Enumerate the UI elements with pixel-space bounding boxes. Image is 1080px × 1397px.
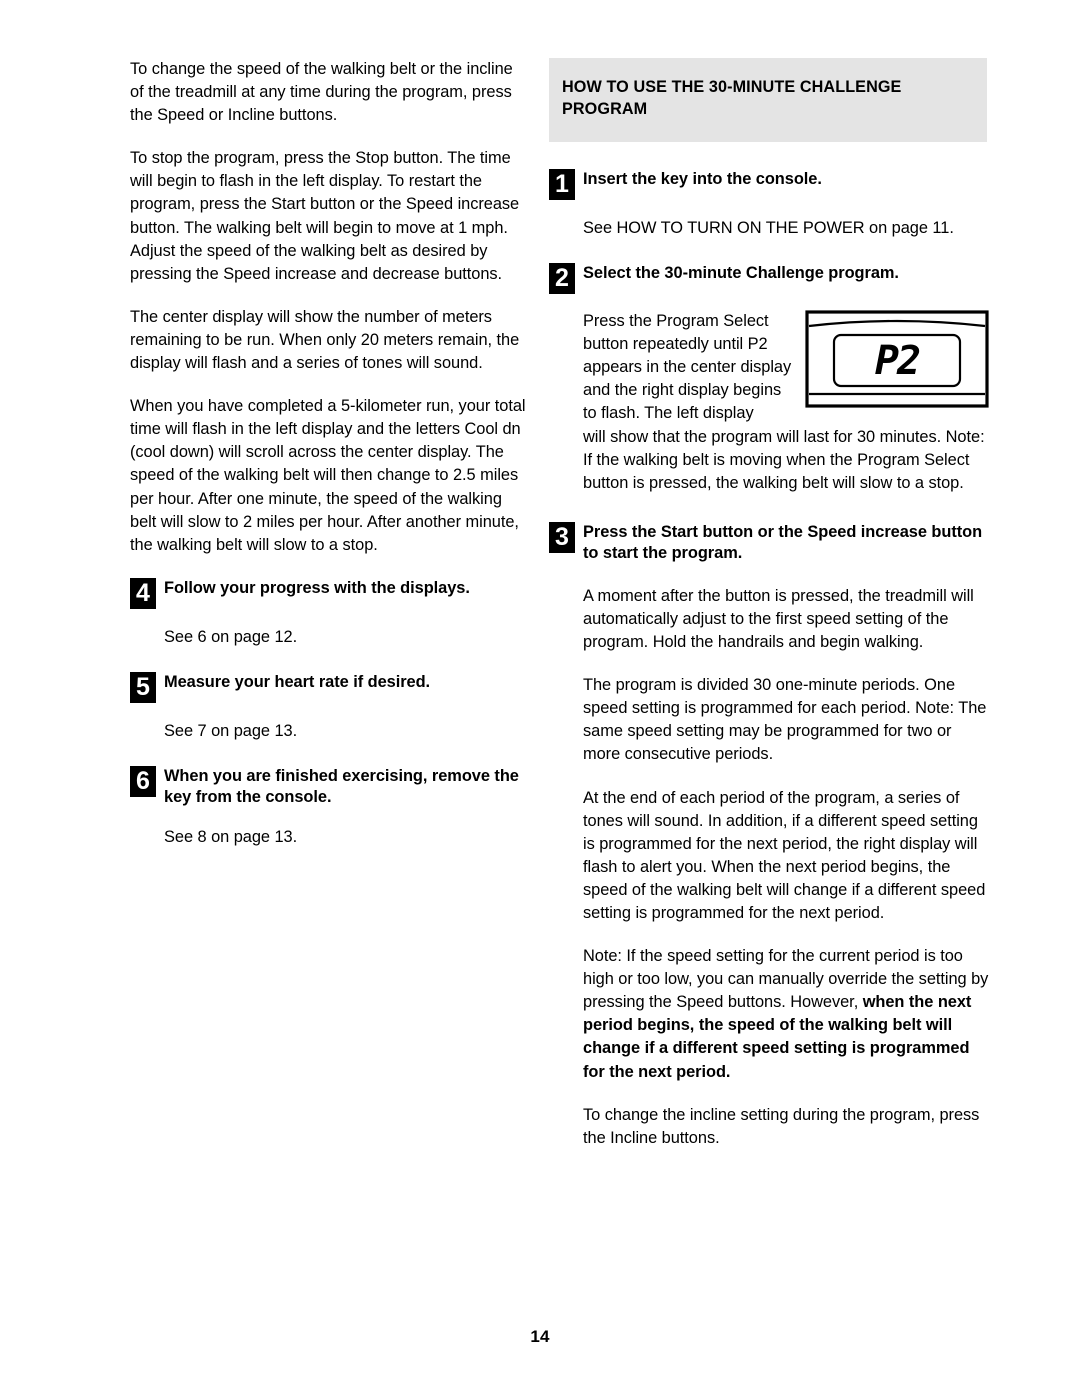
step-title: When you are finished exercising, remove… xyxy=(164,766,519,807)
console-display-svg: P2 xyxy=(805,310,989,408)
step-number-badge: 3 xyxy=(549,521,575,553)
display-value-text: P2 xyxy=(875,338,920,384)
step-2: 2 Select the 30-minute Challenge program… xyxy=(549,262,989,295)
paragraph: The center display will show the number … xyxy=(130,307,520,373)
step-number-badge: 2 xyxy=(549,263,575,295)
paragraph: To change the incline setting during the… xyxy=(583,1105,980,1147)
left-column: To change the speed of the walking belt … xyxy=(130,58,530,849)
paragraph: At the end of each period of the program… xyxy=(583,788,986,922)
step-body-narrow: Press the Program Select button repeated… xyxy=(583,312,792,423)
step-body: See 6 on page 12. xyxy=(164,627,298,646)
step-3: 3 Press the Start button or the Speed in… xyxy=(549,521,989,565)
step-body-rest: will show that the program will last for… xyxy=(583,427,985,492)
paragraph: The program is divided 30 one-minute per… xyxy=(583,676,987,764)
paragraph: To stop the program, press the Stop butt… xyxy=(130,149,520,283)
step-number-badge: 5 xyxy=(130,671,156,703)
note-paragraph: Note: If the speed setting for the curre… xyxy=(583,945,989,1084)
step-number-badge: 6 xyxy=(130,765,156,797)
step-title: Measure your heart rate if desired. xyxy=(164,672,431,691)
step-body: See 7 on page 13. xyxy=(164,721,298,740)
step-title: Follow your progress with the displays. xyxy=(164,578,470,597)
step-title: Select the 30-minute Challenge program. xyxy=(583,264,899,283)
paragraph: A moment after the button is pressed, th… xyxy=(583,586,974,652)
paragraph: When you have completed a 5-kilometer ru… xyxy=(130,397,526,554)
step-2-body-wrap: Press the Program Select button repeated… xyxy=(583,310,989,495)
step-3-body: A moment after the button is pressed, th… xyxy=(583,585,989,1150)
step-number-badge: 4 xyxy=(130,577,156,609)
console-display-figure: P2 xyxy=(805,310,989,408)
step-4: 4 Follow your progress with the displays… xyxy=(130,577,530,609)
paragraph: To change the speed of the walking belt … xyxy=(130,60,513,125)
step-6: 6 When you are finished exercising, remo… xyxy=(130,765,530,809)
right-column: HOW TO USE THE 30-MINUTE CHALLENGE PROGR… xyxy=(549,58,989,1150)
step-number-badge: 1 xyxy=(549,169,575,200)
section-heading-band: HOW TO USE THE 30-MINUTE CHALLENGE PROGR… xyxy=(549,58,987,142)
step-1: 1 Insert the key into the console. xyxy=(549,168,989,200)
step-body: See HOW TO TURN ON THE POWER on page 11. xyxy=(583,219,954,237)
step-body: See 8 on page 13. xyxy=(164,827,298,846)
manual-page: To change the speed of the walking belt … xyxy=(0,0,1080,1397)
step-title: Press the Start button or the Speed incr… xyxy=(583,522,983,563)
section-heading-text: HOW TO USE THE 30-MINUTE CHALLENGE PROGR… xyxy=(562,78,902,118)
page-number: 14 xyxy=(530,1327,550,1346)
step-title: Insert the key into the console. xyxy=(583,170,822,188)
step-5: 5 Measure your heart rate if desired. xyxy=(130,671,530,703)
